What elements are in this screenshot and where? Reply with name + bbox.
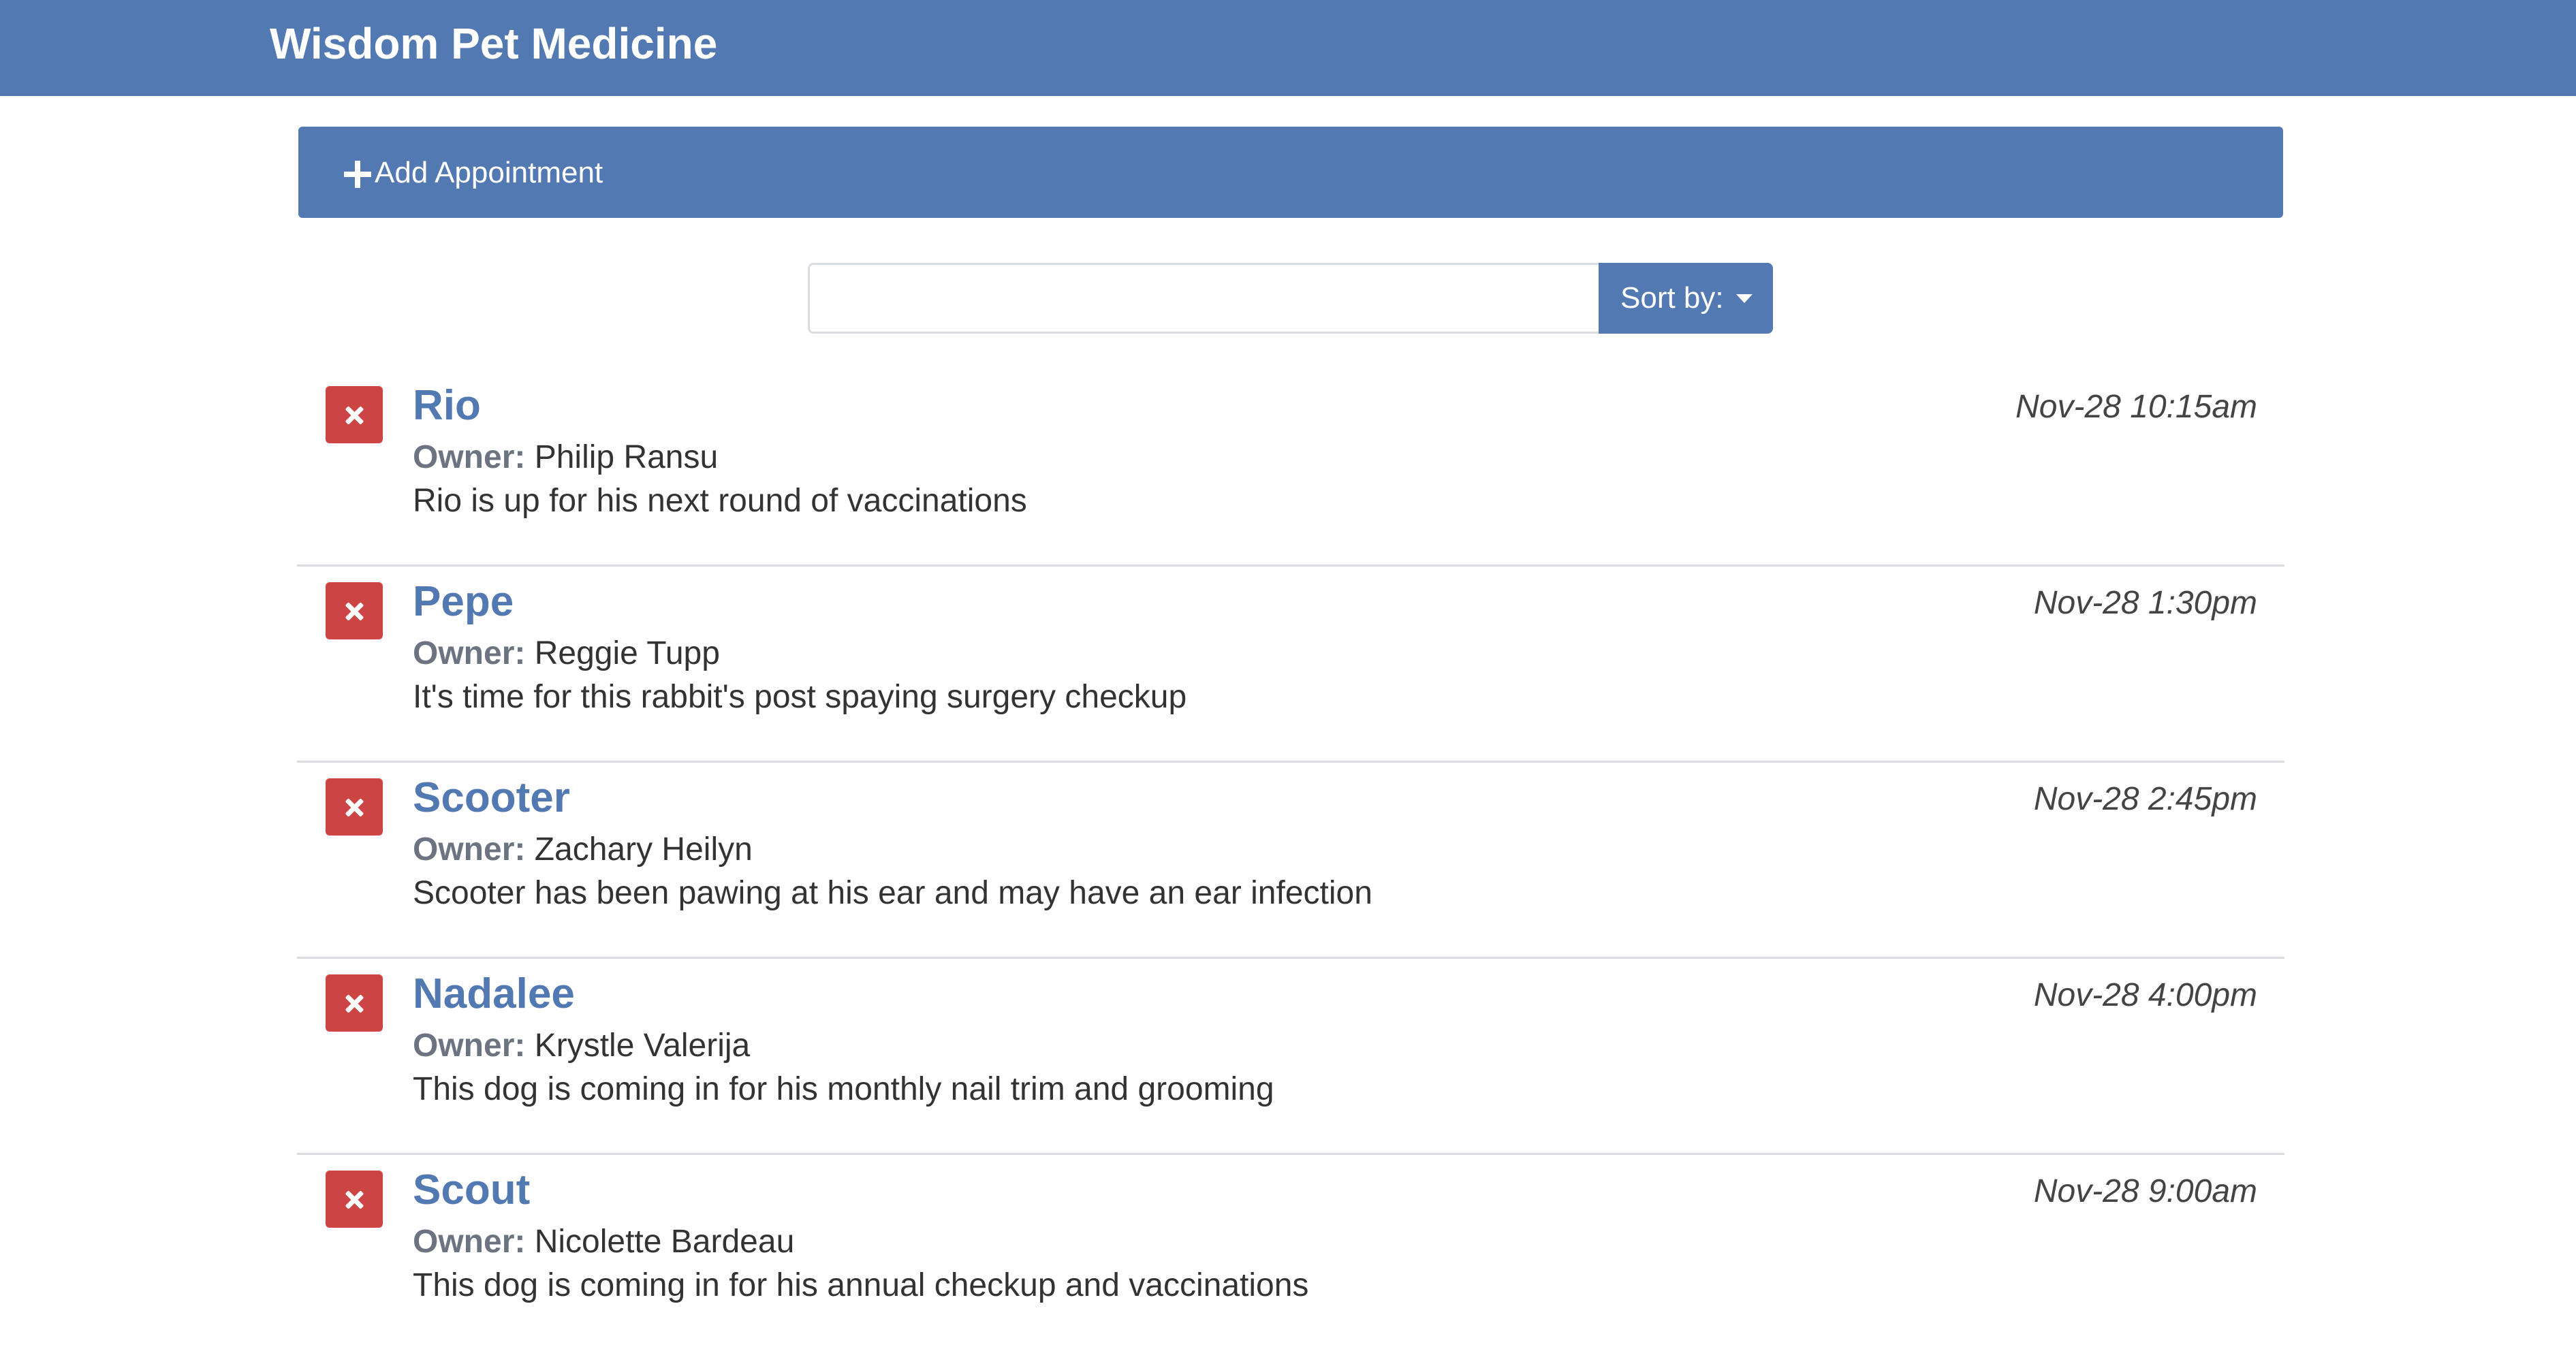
appointment-date: Nov-28 4:00pm (2033, 977, 2257, 1013)
add-appointment-label: Add Appointment (375, 156, 603, 189)
pet-name[interactable]: Scout (413, 1163, 530, 1218)
appointment-notes: This dog is coming in for his annual che… (413, 1267, 1309, 1303)
appointment-date: Nov-28 9:00am (2033, 1173, 2257, 1209)
appointment-item: Scout Nov-28 9:00am Owner: Nicolette Bar… (297, 1155, 2284, 1351)
appointment-date: Nov-28 10:15am (2015, 389, 2257, 425)
appointment-item: Rio Nov-28 10:15am Owner: Philip Ransu R… (297, 370, 2284, 567)
search-input[interactable] (808, 263, 1601, 334)
appointment-date: Nov-28 2:45pm (2033, 781, 2257, 817)
owner-line: Owner: Philip Ransu (413, 437, 718, 478)
sort-dropdown-button[interactable]: Sort by: (1599, 263, 1773, 334)
pet-name[interactable]: Scooter (413, 771, 570, 825)
appointment-date: Nov-28 1:30pm (2033, 585, 2257, 621)
pet-name[interactable]: Nadalee (413, 967, 575, 1021)
owner-label: Owner: (413, 831, 526, 868)
sort-label: Sort by: (1620, 281, 1724, 315)
top-navbar: Wisdom Pet Medicine (0, 0, 2576, 96)
owner-line: Owner: Zachary Heilyn (413, 829, 753, 870)
delete-appointment-button[interactable] (326, 1171, 383, 1228)
caret-down-icon (1736, 294, 1753, 303)
app-title[interactable]: Wisdom Pet Medicine (270, 16, 717, 71)
pet-name[interactable]: Pepe (413, 575, 514, 629)
delete-appointment-button[interactable] (326, 582, 383, 639)
appointment-notes: Rio is up for his next round of vaccinat… (413, 483, 1027, 519)
owner-line: Owner: Nicolette Bardeau (413, 1222, 794, 1262)
delete-appointment-button[interactable] (326, 778, 383, 836)
owner-label: Owner: (413, 1028, 526, 1064)
owner-name: Zachary Heilyn (534, 831, 753, 868)
appointment-item: Scooter Nov-28 2:45pm Owner: Zachary Hei… (297, 763, 2284, 959)
delete-appointment-button[interactable] (326, 974, 383, 1032)
owner-name: Reggie Tupp (534, 635, 720, 671)
owner-label: Owner: (413, 439, 526, 475)
owner-line: Owner: Reggie Tupp (413, 633, 720, 674)
owner-name: Nicolette Bardeau (534, 1224, 795, 1260)
owner-name: Philip Ransu (534, 439, 719, 475)
delete-appointment-button[interactable] (326, 386, 383, 443)
appointment-notes: This dog is coming in for his monthly na… (413, 1071, 1274, 1107)
add-appointment-button[interactable]: Add Appointment (298, 127, 2283, 218)
owner-line: Owner: Krystle Valerija (413, 1026, 750, 1066)
appointment-notes: It's time for this rabbit's post spaying… (413, 679, 1187, 715)
owner-name: Krystle Valerija (534, 1028, 751, 1064)
appointment-item: Nadalee Nov-28 4:00pm Owner: Krystle Val… (297, 959, 2284, 1155)
pet-name[interactable]: Rio (413, 379, 481, 433)
plus-icon (338, 153, 377, 192)
appointment-item: Pepe Nov-28 1:30pm Owner: Reggie Tupp It… (297, 567, 2284, 763)
owner-label: Owner: (413, 1224, 526, 1260)
appointment-notes: Scooter has been pawing at his ear and m… (413, 875, 1372, 911)
owner-label: Owner: (413, 635, 526, 671)
